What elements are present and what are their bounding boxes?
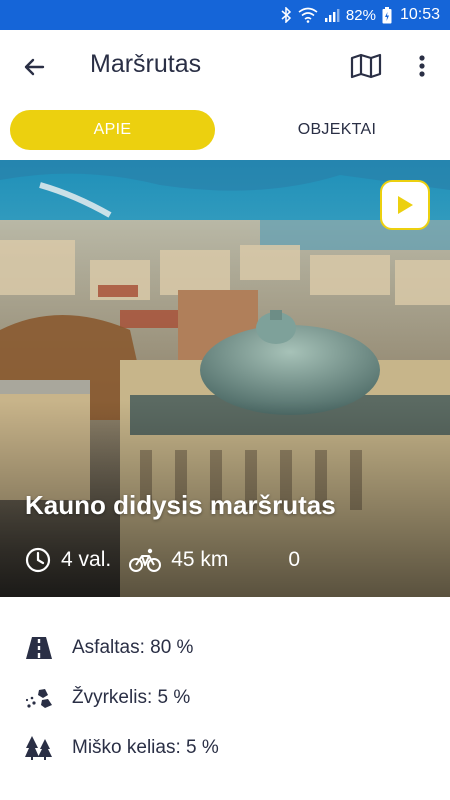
duration-stat: 4 val. [25, 547, 111, 573]
battery-icon [382, 6, 392, 23]
play-video-button[interactable] [380, 180, 430, 230]
battery-percent: 82% [345, 6, 376, 24]
more-options-button[interactable] [408, 50, 436, 82]
duration-value: 4 val. [61, 548, 112, 571]
list-item: Asfaltas: 80 % [22, 632, 193, 664]
asphalt-road-icon [22, 633, 56, 663]
map-button[interactable] [348, 50, 384, 82]
status-bar: 82% 10:53 [0, 0, 450, 30]
route-hero-image: Kauno didysis maršrutas 4 val. 45 km 0 [0, 160, 450, 597]
more-vert-icon [419, 55, 425, 77]
distance-stat: 45 km [129, 547, 228, 573]
app-bar: Maršrutas [0, 30, 450, 102]
wifi-icon [298, 7, 318, 23]
tab-objektai[interactable]: OBJEKTAI [237, 110, 437, 150]
tab-bar: APIE OBJEKTAI [0, 108, 450, 154]
surface-label: Miško kelias: 5 % [72, 737, 219, 758]
back-button[interactable] [18, 51, 50, 83]
bicycle-icon [129, 548, 162, 572]
clock: 10:53 [399, 6, 440, 23]
surface-label: Žvyrkelis: 5 % [72, 687, 191, 708]
gravel-icon [22, 683, 56, 713]
list-item: Žvyrkelis: 5 % [22, 682, 190, 714]
clock-icon [25, 547, 51, 573]
tab-apie[interactable]: APIE [10, 110, 215, 150]
bluetooth-icon [281, 7, 292, 23]
route-stats: 4 val. 45 km 0 [25, 544, 300, 576]
forest-road-icon [22, 733, 56, 763]
count-value: 0 [288, 548, 301, 571]
count-stat: 0 [288, 548, 300, 572]
map-icon [350, 53, 382, 79]
list-item: Miško kelias: 5 % [22, 732, 219, 764]
signal-icon [324, 9, 340, 22]
arrow-back-icon [24, 58, 45, 76]
page-title: Maršrutas [90, 50, 202, 78]
route-title: Kauno didysis maršrutas [25, 490, 336, 520]
surface-label: Asfaltas: 80 % [72, 637, 194, 658]
play-icon [398, 196, 413, 214]
distance-value: 45 km [171, 548, 229, 571]
